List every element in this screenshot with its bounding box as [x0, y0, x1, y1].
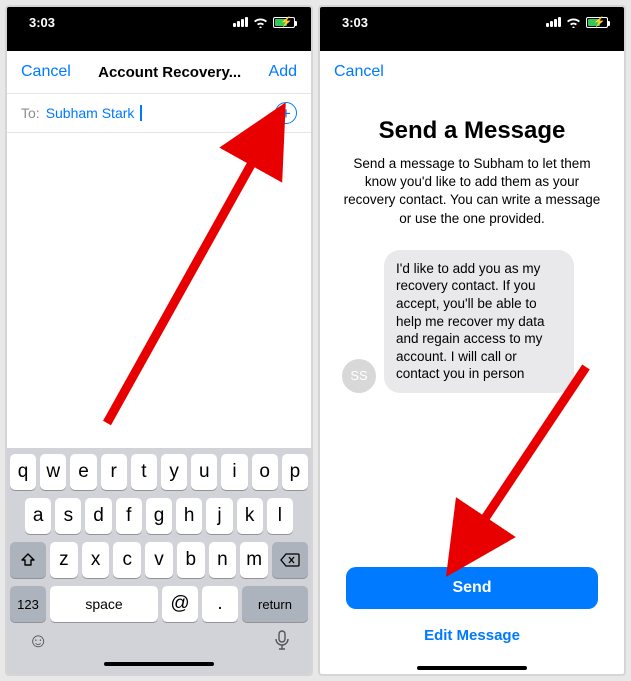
status-icons: ⚡ — [546, 17, 608, 28]
status-icons: ⚡ — [233, 17, 295, 28]
key-h[interactable]: h — [176, 498, 202, 534]
key-l[interactable]: l — [267, 498, 293, 534]
home-indicator[interactable] — [417, 666, 527, 670]
key-row-1: qwertyuiop — [10, 454, 308, 490]
period-key[interactable]: . — [202, 586, 238, 622]
emoji-key[interactable]: ☺ — [28, 630, 48, 656]
status-bar: 3:03 ⚡ — [320, 7, 624, 37]
status-time: 3:03 — [342, 15, 368, 30]
cellular-icon — [233, 17, 248, 27]
keyboard-bottom: ☺ — [10, 626, 308, 656]
add-recipient-button[interactable]: + — [275, 102, 297, 124]
cancel-button[interactable]: Cancel — [334, 63, 384, 81]
return-key[interactable]: return — [242, 586, 308, 622]
key-w[interactable]: w — [40, 454, 66, 490]
numbers-key[interactable]: 123 — [10, 586, 46, 622]
status-time: 3:03 — [29, 15, 55, 30]
add-button[interactable]: Add — [269, 63, 297, 81]
key-b[interactable]: b — [177, 542, 205, 578]
nav-bar: Cancel Account Recovery... Add — [7, 51, 311, 93]
text-cursor — [140, 105, 142, 121]
phone-left: 3:03 ⚡ Cancel Account Recovery... Add To… — [5, 5, 313, 676]
black-spacer — [7, 37, 311, 51]
key-d[interactable]: d — [85, 498, 111, 534]
black-spacer — [320, 37, 624, 51]
to-field[interactable]: To: Subham Stark + — [7, 93, 311, 133]
page-title: Send a Message — [338, 117, 606, 145]
key-g[interactable]: g — [146, 498, 172, 534]
content-area — [7, 133, 311, 448]
content-area: Send a Message Send a message to Subham … — [320, 93, 624, 674]
battery-icon: ⚡ — [273, 17, 295, 28]
nav-title: Account Recovery... — [98, 64, 241, 81]
to-label: To: — [21, 105, 40, 121]
key-n[interactable]: n — [209, 542, 237, 578]
at-key[interactable]: @ — [162, 586, 198, 622]
keyboard: qwertyuiop asdfghjkl zxcvbnm 123 space @… — [7, 448, 311, 674]
status-bar: 3:03 ⚡ — [7, 7, 311, 37]
wifi-icon — [566, 17, 581, 28]
key-u[interactable]: u — [191, 454, 217, 490]
key-j[interactable]: j — [206, 498, 232, 534]
nav-bar: Cancel — [320, 51, 624, 93]
shift-key[interactable] — [10, 542, 46, 578]
dictation-key[interactable] — [274, 630, 290, 656]
key-e[interactable]: e — [70, 454, 96, 490]
edit-message-button[interactable]: Edit Message — [338, 619, 606, 652]
key-f[interactable]: f — [116, 498, 142, 534]
annotation-arrow — [67, 103, 297, 433]
to-recipient[interactable]: Subham Stark — [46, 105, 135, 121]
page-subtitle: Send a message to Subham to let them kno… — [338, 155, 606, 228]
key-m[interactable]: m — [240, 542, 268, 578]
space-key[interactable]: space — [50, 586, 158, 622]
key-q[interactable]: q — [10, 454, 36, 490]
avatar: SS — [342, 359, 376, 393]
key-y[interactable]: y — [161, 454, 187, 490]
delete-key[interactable] — [272, 542, 308, 578]
key-c[interactable]: c — [113, 542, 141, 578]
key-a[interactable]: a — [25, 498, 51, 534]
home-indicator[interactable] — [104, 662, 214, 666]
key-row-3: zxcvbnm — [10, 542, 308, 578]
wifi-icon — [253, 17, 268, 28]
message-preview: SS I'd like to add you as my recovery co… — [338, 250, 606, 393]
key-r[interactable]: r — [101, 454, 127, 490]
send-button[interactable]: Send — [346, 567, 598, 609]
key-k[interactable]: k — [237, 498, 263, 534]
key-s[interactable]: s — [55, 498, 81, 534]
message-bubble: I'd like to add you as my recovery conta… — [384, 250, 574, 393]
battery-icon: ⚡ — [586, 17, 608, 28]
key-t[interactable]: t — [131, 454, 157, 490]
key-o[interactable]: o — [252, 454, 278, 490]
key-row-2: asdfghjkl — [10, 498, 308, 534]
key-p[interactable]: p — [282, 454, 308, 490]
key-v[interactable]: v — [145, 542, 173, 578]
cancel-button[interactable]: Cancel — [21, 63, 71, 81]
phone-right: 3:03 ⚡ Cancel Send a Message Send a mess… — [318, 5, 626, 676]
key-row-4: 123 space @ . return — [10, 586, 308, 622]
cellular-icon — [546, 17, 561, 27]
key-z[interactable]: z — [50, 542, 78, 578]
key-x[interactable]: x — [82, 542, 110, 578]
key-i[interactable]: i — [221, 454, 247, 490]
